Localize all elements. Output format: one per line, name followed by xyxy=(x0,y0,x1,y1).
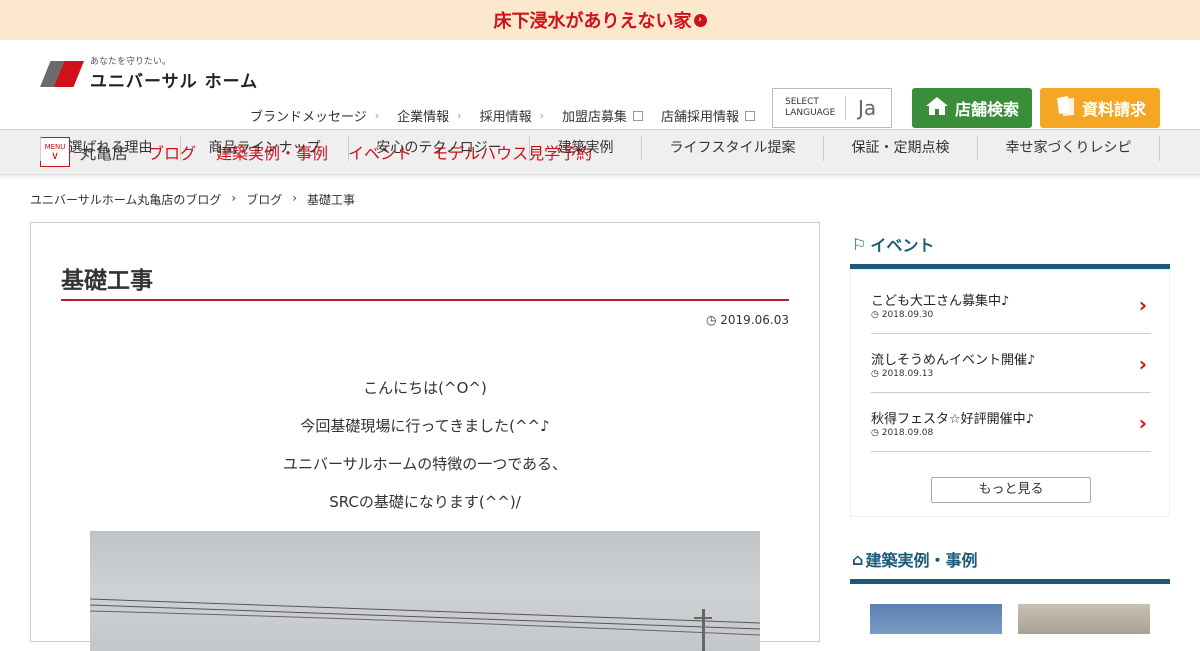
event-date: ◷ 2018.09.13 xyxy=(871,369,934,379)
chevron-right-icon: › xyxy=(539,109,544,122)
logo[interactable]: あなたを守りたい。 ユニバーサル ホーム xyxy=(40,54,258,92)
main-nav-item[interactable]: 保証・定期点検 xyxy=(824,136,978,161)
logo-mark-icon xyxy=(40,58,84,88)
more-events-button[interactable]: もっと見る xyxy=(931,477,1091,503)
document-icon xyxy=(1054,95,1076,122)
language-selector[interactable]: SELECT LANGUAGE Ja xyxy=(772,88,892,128)
event-title: 秋得フェスタ☆好評開催中♪ xyxy=(871,412,1034,427)
events-heading: ⚐ イベント xyxy=(852,232,934,256)
main-nav-item[interactable]: 建築実例 xyxy=(530,136,643,161)
article-body: こんにちは(^O^) 今回基礎現場に行ってきました(^^♪ ユニバーサルホームの… xyxy=(31,377,819,529)
works-heading: ⌂ 建築実例・事例 xyxy=(852,547,977,571)
chevron-right-icon: › xyxy=(292,191,298,205)
event-item[interactable]: 秋得フェスタ☆好評開催中♪ ◷ 2018.09.08 › xyxy=(871,393,1151,452)
external-link-icon xyxy=(633,110,644,121)
site-header: あなたを守りたい。 ユニバーサル ホーム ブランドメッセージ › 企業情報 › 採用… xyxy=(0,40,1200,161)
event-item[interactable]: 流しそうめんイベント開催♪ ◷ 2018.09.13 › xyxy=(871,334,1151,393)
flag-icon: ⚐ xyxy=(852,234,867,254)
works-heading-bar xyxy=(850,579,1170,584)
breadcrumb-item[interactable]: ユニバーサルホーム丸亀店のブログ xyxy=(30,191,221,208)
chevron-right-icon: › xyxy=(374,109,380,122)
main-nav-item[interactable]: 安心のテクノロジー xyxy=(349,136,531,161)
events-heading-text: イベント xyxy=(870,236,935,255)
events-box: こども大工さん募集中♪ ◷ 2018.09.30 › 流しそうめんイベント開催♪… xyxy=(850,269,1170,517)
clock-icon: ◷ xyxy=(705,313,717,327)
utility-nav: ブランドメッセージ › 企業情報 › 採用情報 › 加盟店募集 店舗採用情報 xyxy=(250,106,773,125)
article-paragraph: こんにちは(^O^) xyxy=(363,379,487,397)
util-link-company[interactable]: 企業情報 › xyxy=(397,106,461,125)
language-current: Ja xyxy=(858,96,877,120)
chevron-right-icon: › xyxy=(1138,352,1147,376)
store-search-label: 店舗検索 xyxy=(954,100,1019,119)
article-date: ◷ 2019.06.03 xyxy=(706,313,789,327)
article-title: 基礎工事 xyxy=(61,268,153,294)
chevron-right-icon: › xyxy=(457,109,462,122)
title-divider xyxy=(61,299,789,301)
event-date: ◷ 2018.09.30 xyxy=(871,310,934,320)
main-nav: 選ばれる理由 商品ラインナップ 安心のテクノロジー 建築実例 ライフスタイル提案… xyxy=(40,136,1160,161)
util-link-brand[interactable]: ブランドメッセージ › xyxy=(250,106,379,125)
article-photo xyxy=(90,531,760,651)
event-title: こども大工さん募集中♪ xyxy=(871,294,1010,309)
request-docs-button[interactable]: 資料請求 xyxy=(1040,88,1160,128)
event-item[interactable]: こども大工さん募集中♪ ◷ 2018.09.30 › xyxy=(871,275,1151,334)
main-nav-item[interactable]: 商品ラインナップ xyxy=(181,136,349,161)
article-paragraph: 今回基礎現場に行ってきました(^^♪ xyxy=(300,417,550,435)
main-nav-item[interactable]: ライフスタイル提案 xyxy=(642,136,825,161)
main-nav-item[interactable]: 選ばれる理由 xyxy=(40,136,181,161)
main-nav-item[interactable]: 幸せ家づくりレシピ xyxy=(978,136,1160,161)
chevron-right-icon: › xyxy=(1138,293,1147,317)
house-icon xyxy=(925,96,949,121)
external-link-icon xyxy=(745,110,756,121)
breadcrumb-item[interactable]: ブログ xyxy=(246,191,282,208)
works-heading-text: 建築実例・事例 xyxy=(865,551,978,570)
house-outline-icon: ⌂ xyxy=(852,549,864,569)
chevron-right-circle-icon: › xyxy=(693,13,707,27)
article-paragraph: ユニバーサルホームの特徴の一つである、 xyxy=(282,455,568,473)
util-link-franchise[interactable]: 加盟店募集 xyxy=(562,106,644,125)
logo-name: ユニバーサル ホーム xyxy=(90,72,259,92)
event-date: ◷ 2018.09.08 xyxy=(871,428,934,438)
chevron-right-icon: › xyxy=(231,191,237,205)
breadcrumb-current: 基礎工事 xyxy=(307,193,356,207)
article-date-text: 2019.06.03 xyxy=(720,313,789,327)
language-label-1: SELECT xyxy=(785,97,819,107)
chevron-right-icon: › xyxy=(1138,411,1147,435)
store-search-button[interactable]: 店舗検索 xyxy=(912,88,1032,128)
logo-tagline: あなたを守りたい。 xyxy=(90,57,172,67)
language-label-2: LANGUAGE xyxy=(785,108,836,118)
util-link-store-recruit[interactable]: 店舗採用情報 xyxy=(661,106,756,125)
event-title: 流しそうめんイベント開催♪ xyxy=(871,353,1036,368)
article-paragraph: SRCの基礎になります(^^)/ xyxy=(329,493,521,511)
util-link-recruit[interactable]: 採用情報 › xyxy=(480,106,544,125)
blog-article: 基礎工事 ◷ 2019.06.03 こんにちは(^O^) 今回基礎現場に行ってき… xyxy=(30,222,820,651)
banner-text[interactable]: 床下浸水がありえない家 xyxy=(494,7,692,33)
request-docs-label: 資料請求 xyxy=(1081,100,1146,119)
breadcrumb: ユニバーサルホーム丸亀店のブログ › ブログ › 基礎工事 xyxy=(30,191,355,208)
top-banner[interactable]: 床下浸水がありえない家 › xyxy=(0,0,1200,40)
